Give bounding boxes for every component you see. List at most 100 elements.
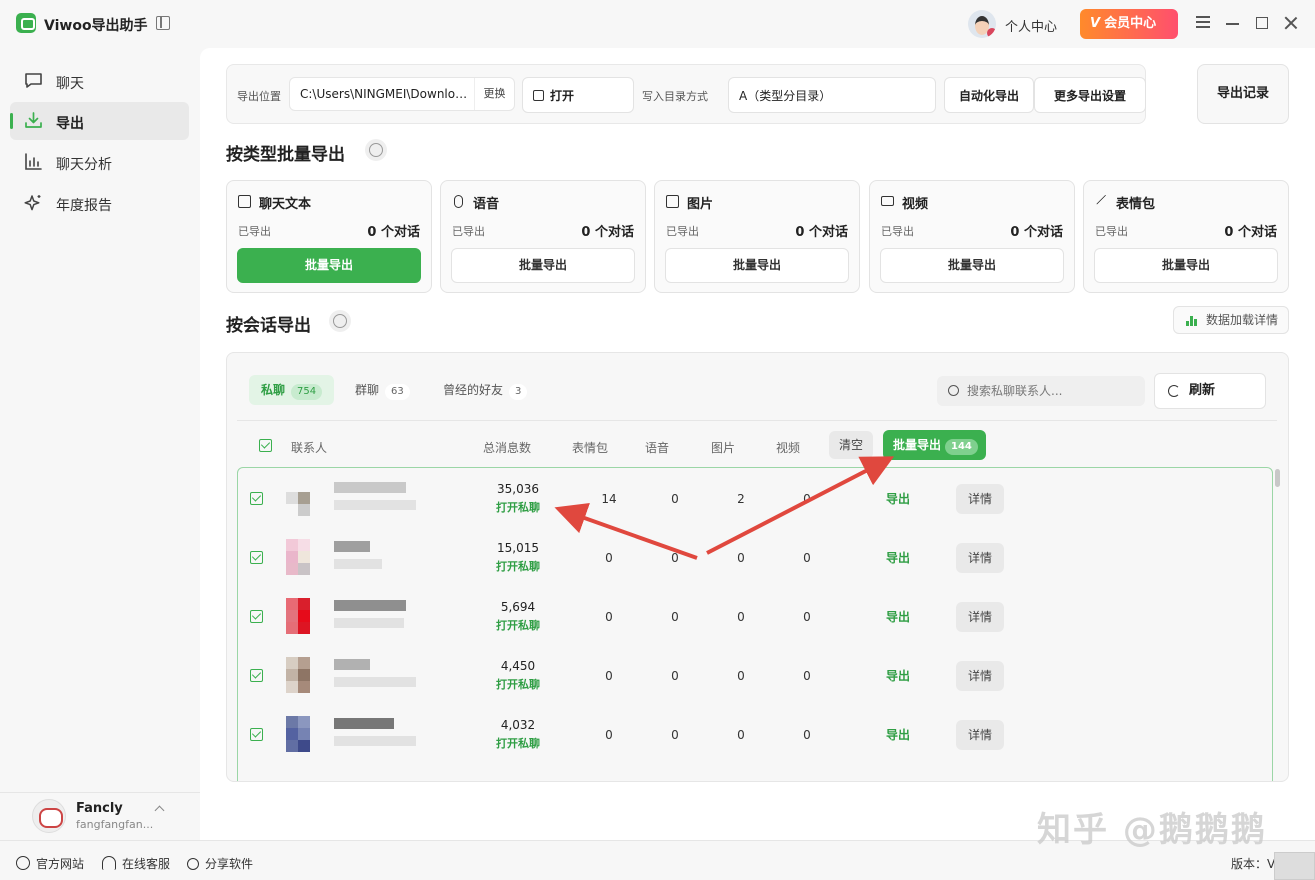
total-messages: 4,032 [500,718,536,732]
sidebar-toggle-icon[interactable] [156,16,170,30]
dir-mode-select[interactable]: A（类型分目录） [728,77,936,113]
tab-private-chat[interactable]: 私聊 754 [249,375,335,405]
contact-name-blurred [334,718,394,729]
more-settings-button[interactable]: 更多导出设置 [1034,77,1146,113]
search-input[interactable]: 搜索私聊联系人... [937,376,1145,406]
sidebar-item-export[interactable]: 导出 [10,102,189,140]
table-row: 5,694 打开私聊 0 0 0 0 导出 详情 [238,586,1272,645]
bulk-export-video-button[interactable]: 批量导出 [880,248,1064,283]
online-support-link[interactable]: 在线客服 [102,855,170,872]
open-chat-link[interactable]: 打开私聊 [478,617,558,633]
video-count: 0 [803,492,811,506]
sidebar-item-chat[interactable]: 聊天 [10,62,189,100]
row-export-button[interactable]: 导出 [886,726,910,743]
exported-label: 已导出 [1095,225,1128,238]
exported-label: 已导出 [666,225,699,238]
voice-count: 0 [671,610,679,624]
row-export-button[interactable]: 导出 [886,608,910,625]
select-all-checkbox[interactable] [259,439,272,452]
contact-subtitle-blurred [334,677,416,687]
maximize-icon[interactable] [1256,17,1268,29]
message-icon [238,195,251,208]
change-path-button[interactable]: 更换 [474,78,514,110]
mic-icon [454,195,463,208]
profile-center-link[interactable]: 个人中心 [1005,16,1057,35]
auto-export-button[interactable]: 自动化导出 [944,77,1034,113]
bulk-export-label: 批量导出 [893,438,942,452]
chevron-up-icon[interactable] [154,805,165,816]
title-bar: Viwoo导出助手 个人中心 V 会员中心 [0,0,1315,48]
sidebar-item-annual-report[interactable]: 年度报告 [10,184,189,222]
row-checkbox[interactable] [250,551,263,564]
export-path-value: C:\Users\NINGMEI\Downloads [300,87,470,101]
chat-icon [25,73,42,88]
sticker-count: 0 [605,610,613,624]
image-count: 0 [737,551,745,565]
open-chat-link[interactable]: 打开私聊 [478,558,558,574]
tab-group-chat[interactable]: 群聊 63 [343,375,422,405]
close-icon[interactable] [1284,16,1298,30]
bulk-export-image-button[interactable]: 批量导出 [665,248,849,283]
user-profile[interactable]: Fancly fangfangfan... [0,792,200,840]
open-chat-link[interactable]: 打开私聊 [478,676,558,692]
avatar [286,598,322,634]
divider [237,420,1277,421]
scrollbar[interactable] [1275,469,1280,487]
sidebar-item-analysis[interactable]: 聊天分析 [10,143,189,181]
help-icon[interactable] [329,310,351,332]
tab-former-friends[interactable]: 曾经的好友 3 [431,375,539,405]
bulk-export-voice-button[interactable]: 批量导出 [451,248,635,283]
video-icon [881,196,894,206]
exported-count: 0 个对话 [1224,225,1277,240]
data-load-details-button[interactable]: 数据加载详情 [1173,306,1289,334]
refresh-button[interactable]: 刷新 [1154,373,1266,409]
profile-avatar[interactable] [968,10,996,38]
bulk-export-button[interactable]: 批量导出 144 [883,430,986,460]
type-card-image: 图片 已导出 0 个对话 批量导出 [654,180,860,293]
row-checkbox[interactable] [250,492,263,505]
official-site-link[interactable]: 官方网站 [16,855,84,872]
video-count: 0 [803,728,811,742]
row-detail-button[interactable]: 详情 [956,484,1004,514]
image-icon [666,195,679,208]
export-path-field[interactable]: C:\Users\NINGMEI\Downloads 更换 [289,77,515,111]
exported-count: 0 个对话 [1010,225,1063,240]
menu-icon[interactable] [1196,16,1210,30]
row-detail-button[interactable]: 详情 [956,720,1004,750]
total-messages: 5,694 [500,600,536,614]
external-link-icon [533,90,544,101]
app-title: Viwoo导出助手 [44,18,148,34]
vip-center-button[interactable]: V 会员中心 [1080,9,1178,39]
open-chat-link[interactable]: 打开私聊 [478,735,558,751]
table-row: 15,015 打开私聊 0 0 0 0 导出 详情 [238,527,1272,586]
row-export-button[interactable]: 导出 [886,549,910,566]
export-records-button[interactable]: 导出记录 [1197,64,1289,124]
contact-subtitle-blurred [334,500,416,510]
contact-subtitle-blurred [334,559,382,569]
row-export-button[interactable]: 导出 [886,667,910,684]
image-count: 0 [737,610,745,624]
bar-chart-icon [25,153,42,170]
vip-center-label: 会员中心 [1104,16,1157,31]
sidebar-item-label: 聊天 [56,76,84,92]
table-row: 4,032 打开私聊 0 0 0 0 导出 详情 [238,704,1272,763]
dir-mode-label: 写入目录方式 [642,90,708,103]
row-detail-button[interactable]: 详情 [956,543,1004,573]
column-header-contact: 联系人 [291,441,328,455]
open-chat-link[interactable]: 打开私聊 [478,499,558,515]
bulk-export-sticker-button[interactable]: 批量导出 [1094,248,1278,283]
image-count: 0 [737,728,745,742]
open-folder-button[interactable]: 打开 [522,77,634,113]
row-detail-button[interactable]: 详情 [956,661,1004,691]
help-icon[interactable] [365,139,387,161]
row-checkbox[interactable] [250,610,263,623]
share-icon [187,858,199,870]
row-checkbox[interactable] [250,728,263,741]
minimize-icon[interactable] [1226,16,1240,30]
row-export-button[interactable]: 导出 [886,490,910,507]
row-detail-button[interactable]: 详情 [956,602,1004,632]
row-checkbox[interactable] [250,669,263,682]
clear-selection-button[interactable]: 清空 [829,431,873,459]
bulk-export-text-button[interactable]: 批量导出 [237,248,421,283]
share-app-link[interactable]: 分享软件 [187,855,253,872]
